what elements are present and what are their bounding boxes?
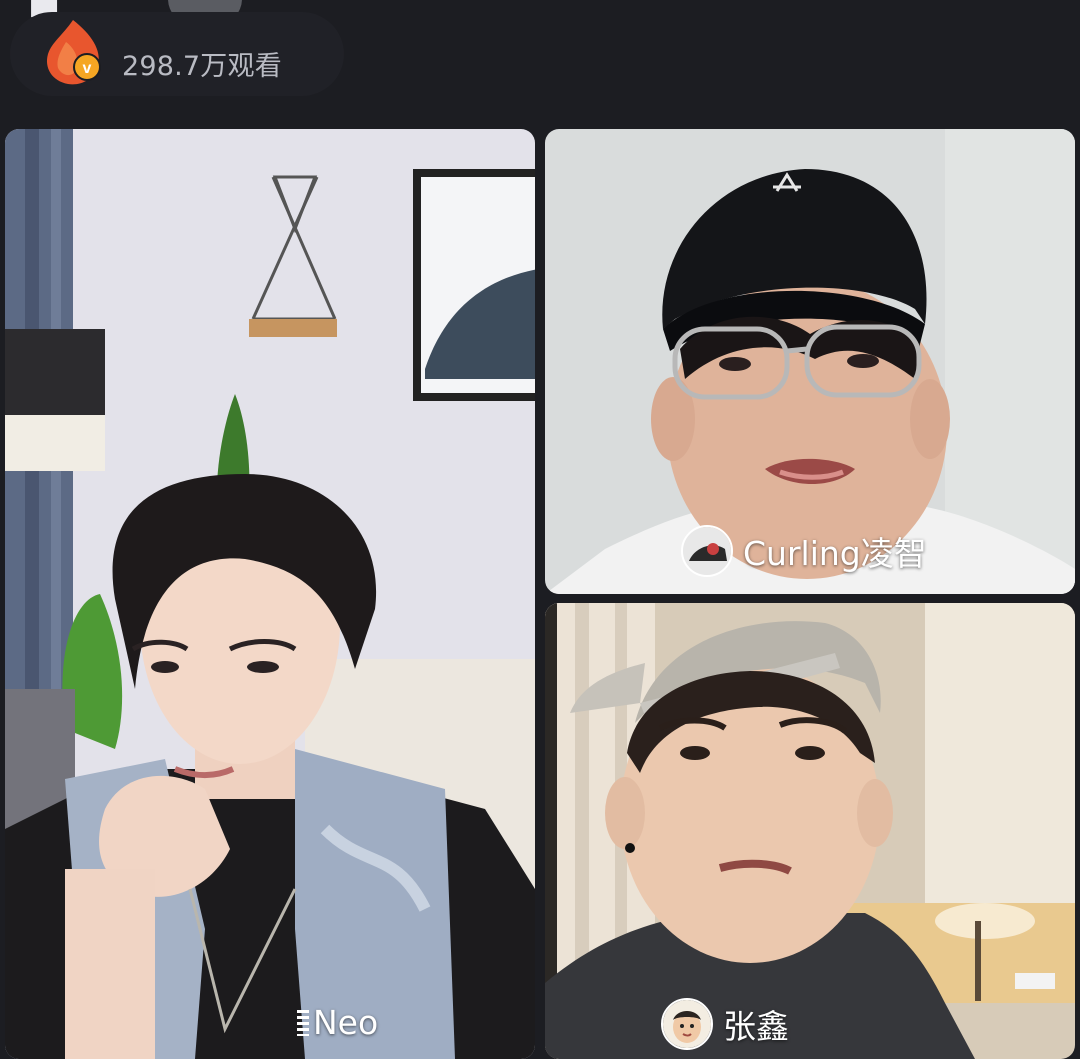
participant-name: 张鑫 <box>723 1007 789 1046</box>
video-frame-neo <box>5 129 535 1059</box>
stream-header: ■ v 298.7万观看 <box>0 0 1080 128</box>
video-tile-bottom-right[interactable]: 张鑫 <box>545 603 1075 1059</box>
video-tile-main[interactable]: Neo <box>5 129 535 1059</box>
participant-name-tag: 张鑫 <box>661 998 789 1050</box>
avatar <box>661 998 713 1050</box>
video-frame-zhang <box>545 603 1075 1059</box>
mic-level-icon <box>297 1009 309 1036</box>
svg-text:v: v <box>83 60 92 77</box>
weibo-verified-flame-icon: v <box>36 14 110 88</box>
participant-name-tag: Curling凌智 <box>681 525 927 577</box>
video-tile-top-right[interactable]: Curling凌智 <box>545 129 1075 594</box>
viewer-count: 298.7万观看 <box>122 51 282 82</box>
avatar <box>681 525 733 577</box>
participant-name: Neo <box>313 1003 379 1042</box>
participant-name: Curling凌智 <box>743 534 927 573</box>
participant-name-tag: Neo <box>297 1003 378 1042</box>
